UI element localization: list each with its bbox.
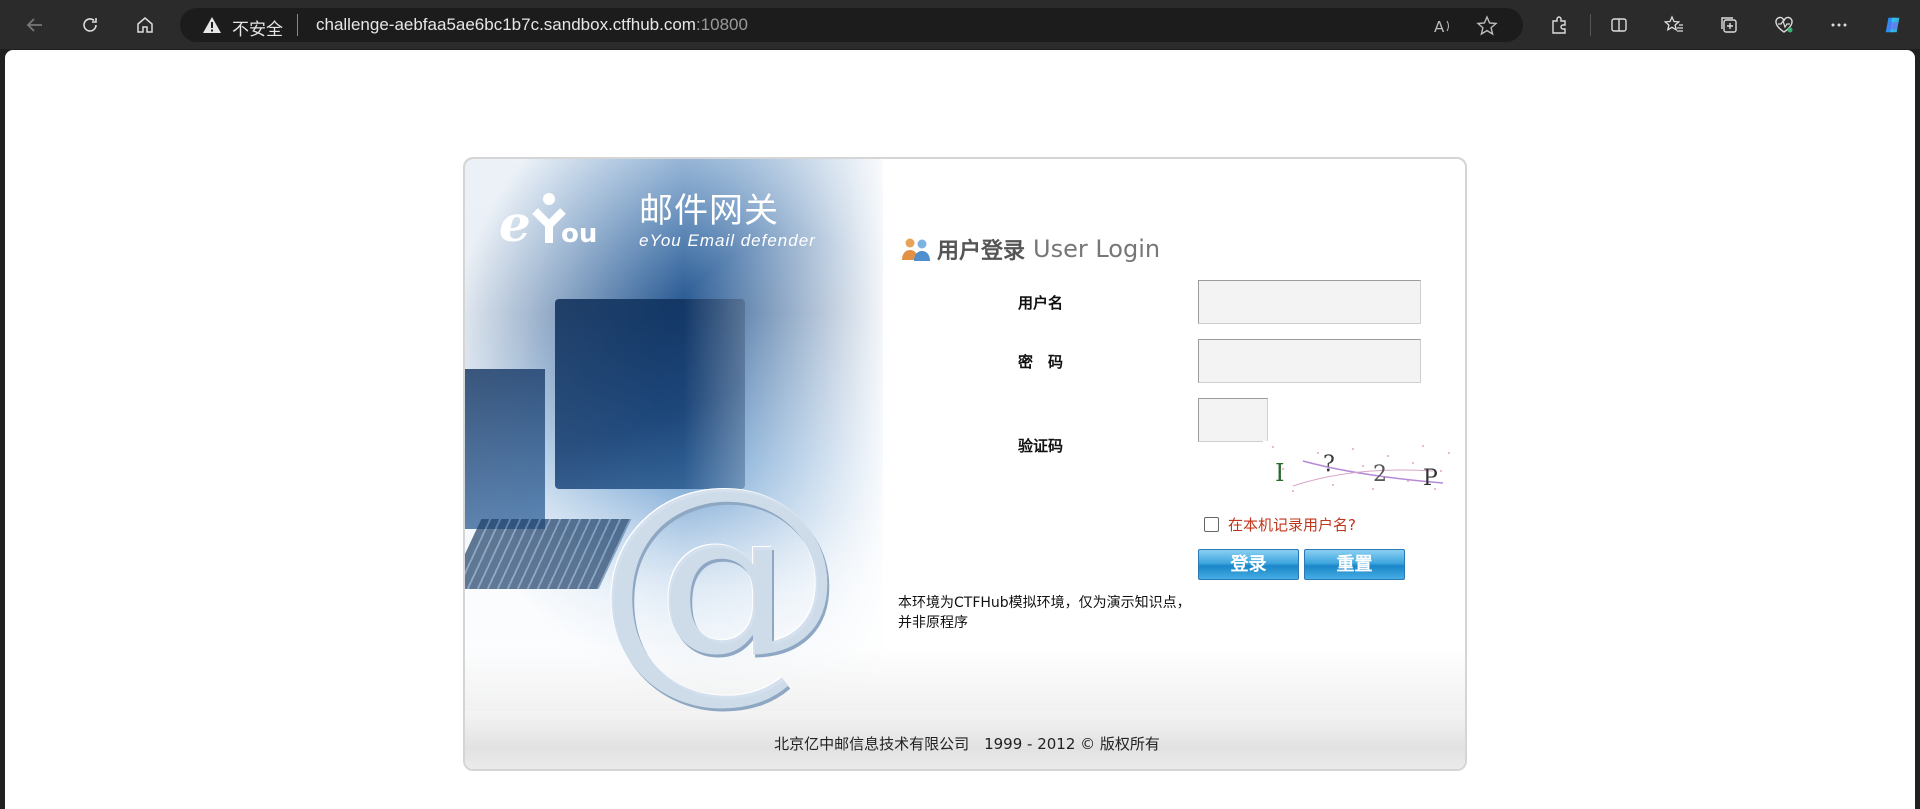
warning-icon[interactable] xyxy=(202,16,222,34)
at-sign-graphic: @ xyxy=(595,433,845,724)
split-screen-icon[interactable] xyxy=(1603,9,1635,41)
svg-text:?: ? xyxy=(1323,452,1335,477)
favorite-star-icon[interactable] xyxy=(1476,15,1498,37)
username-label: 用户名 xyxy=(1018,294,1064,312)
password-input[interactable] xyxy=(1198,339,1421,383)
svg-text:A: A xyxy=(1434,18,1445,36)
back-icon[interactable] xyxy=(19,9,51,41)
eyou-logo-mark: e ou xyxy=(499,193,597,249)
login-title: 用户登录 User Login xyxy=(901,233,1160,265)
extensions-icon[interactable] xyxy=(1543,9,1575,41)
read-aloud-icon[interactable]: A xyxy=(1432,15,1454,37)
url-host: challenge-aebfaa5ae6bc1b7c.sandbox.ctfhu… xyxy=(316,15,696,34)
logo-name-en: eYou Email defender xyxy=(639,231,816,250)
remember-label[interactable]: 在本机记录用户名? xyxy=(1228,514,1356,535)
remember-username[interactable]: 在本机记录用户名? xyxy=(1204,514,1356,535)
captcha-input[interactable] xyxy=(1198,398,1268,442)
login-button[interactable]: 登录 xyxy=(1198,549,1299,580)
url-text[interactable]: challenge-aebfaa5ae6bc1b7c.sandbox.ctfhu… xyxy=(316,15,748,35)
users-icon xyxy=(902,238,930,261)
monitor-graphic-left xyxy=(465,369,545,529)
copilot-icon[interactable] xyxy=(1877,9,1909,41)
page-viewport: @ e ou 邮件网关 eYou Email defender 用户登录 Use… xyxy=(5,50,1915,809)
username-input[interactable] xyxy=(1198,280,1421,324)
svg-text:I: I xyxy=(1275,459,1284,487)
address-separator xyxy=(297,14,298,36)
reset-button[interactable]: 重置 xyxy=(1304,549,1405,580)
login-title-cn: 用户登录 xyxy=(937,239,1026,264)
login-panel: @ e ou 邮件网关 eYou Email defender 用户登录 Use… xyxy=(463,157,1467,771)
browser-essentials-icon[interactable] xyxy=(1768,9,1800,41)
copyright-text: 北京亿中邮信息技术有限公司 1999 - 2012 © 版权所有 xyxy=(774,735,1160,753)
refresh-icon[interactable] xyxy=(74,9,106,41)
url-port: :10800 xyxy=(695,15,748,34)
security-label[interactable]: 不安全 xyxy=(232,15,283,40)
environment-notice: 本环境为CTFHub模拟环境，仅为演示知识点，并非原程序 xyxy=(898,595,1191,631)
captcha-label: 验证码 xyxy=(1018,437,1064,455)
svg-text:2: 2 xyxy=(1373,462,1387,487)
password-label: 密 码 xyxy=(1018,353,1064,371)
logo-name-cn: 邮件网关 xyxy=(639,191,779,231)
toolbar-divider xyxy=(1590,14,1591,36)
favorites-icon[interactable] xyxy=(1658,9,1690,41)
login-title-en: User Login xyxy=(1033,235,1161,263)
more-options-icon[interactable] xyxy=(1823,9,1855,41)
svg-text:P: P xyxy=(1423,466,1438,491)
captcha-image[interactable]: I ? 2 P xyxy=(1263,441,1455,497)
home-icon[interactable] xyxy=(129,9,161,41)
browser-toolbar: 不安全 challenge-aebfaa5ae6bc1b7c.sandbox.c… xyxy=(0,0,1920,49)
svg-text:ou: ou xyxy=(561,219,597,249)
svg-text:e: e xyxy=(499,194,531,249)
collections-icon[interactable] xyxy=(1713,9,1745,41)
remember-checkbox[interactable] xyxy=(1204,517,1219,532)
address-bar[interactable]: 不安全 challenge-aebfaa5ae6bc1b7c.sandbox.c… xyxy=(180,8,1523,42)
